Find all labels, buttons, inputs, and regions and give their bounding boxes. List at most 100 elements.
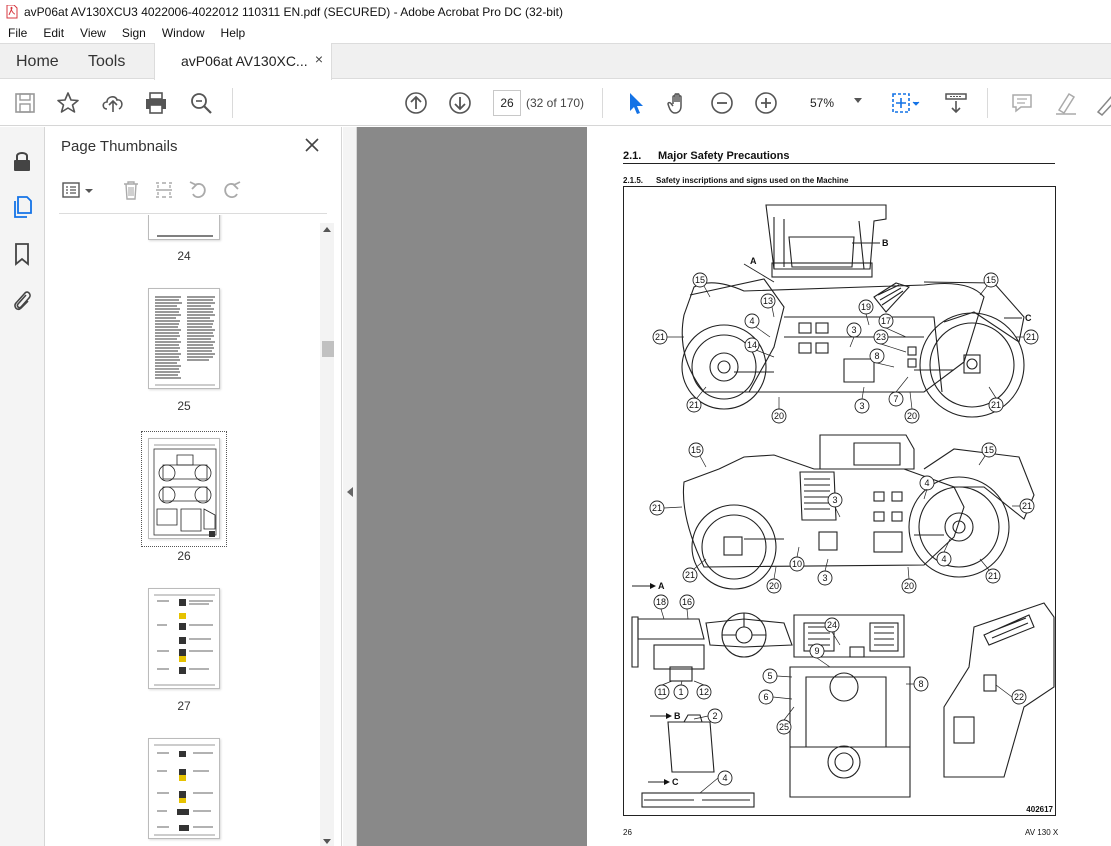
thumbnails-panel: Page Thumbnails 24 25 26 27 [45,127,342,846]
rotate-right-icon[interactable] [221,179,243,201]
window-title: avP06at AV130XCU3 4022006-4022012 110311… [24,4,563,19]
lock-icon[interactable] [9,148,35,174]
attachment-icon[interactable] [9,287,35,313]
delete-page-icon[interactable] [120,179,142,201]
page-number-input[interactable]: 26 [493,90,521,116]
zoom-value: 57% [810,96,835,110]
view-c-heading: C [672,777,679,787]
svg-text:23: 23 [876,332,886,342]
section-rule [623,163,1055,164]
svg-text:12: 12 [699,687,709,697]
select-arrow-icon[interactable] [622,90,648,116]
fit-page-icon[interactable] [888,90,924,116]
chevron-down-icon [854,98,862,103]
thumbnail-page[interactable] [148,288,220,389]
close-tab-icon[interactable]: × [315,51,323,67]
thumbnail-label: 27 [177,699,191,713]
zoom-in-icon[interactable] [753,90,779,116]
upload-icon[interactable] [100,90,126,116]
svg-text:20: 20 [907,411,917,421]
draw-icon[interactable] [1094,90,1111,116]
thumbnails-scrollbar[interactable] [320,223,334,846]
svg-text:21: 21 [1026,332,1036,342]
document-tab-title: avP06at AV130XC... [181,53,308,69]
thumbnail-label: 24 [177,249,191,263]
menu-bar: File Edit View Sign Window Help [0,23,1111,43]
svg-text:3: 3 [851,325,856,335]
menu-window[interactable]: Window [154,26,213,40]
menu-file[interactable]: File [0,26,35,40]
svg-text:21: 21 [988,571,998,581]
highlight-icon[interactable] [1053,90,1079,116]
star-icon[interactable] [55,90,81,116]
svg-text:16: 16 [682,597,692,607]
next-page-icon[interactable] [447,90,473,116]
svg-text:4: 4 [722,773,727,783]
svg-text:20: 20 [904,581,914,591]
machine-drawing: 15134 211421 20193 17238 3720 152121 152… [631,204,1055,808]
thumbnail-label: 26 [177,549,191,563]
svg-text:4: 4 [749,316,754,326]
document-viewport: 2.1. Major Safety Precautions 2.1.5. Saf… [343,127,1111,846]
menu-sign[interactable]: Sign [114,26,154,40]
rotate-left-icon[interactable] [187,179,209,201]
section-title: Major Safety Precautions [658,150,790,162]
menu-help[interactable]: Help [213,26,254,40]
view-a-heading: A [658,581,665,591]
bookmark-icon[interactable] [9,241,35,267]
thumbnail-page[interactable] [148,215,220,240]
section-number: 2.1. [623,150,642,162]
subsection-number: 2.1.5. [623,176,644,185]
scroll-up-icon[interactable] [323,227,331,232]
chevron-left-icon [347,487,353,497]
view-a-label: A [750,256,757,266]
left-rail [0,127,45,846]
svg-text:18: 18 [656,597,666,607]
svg-text:25: 25 [779,722,789,732]
svg-text:19: 19 [861,302,871,312]
menu-edit[interactable]: Edit [35,26,72,40]
svg-text:21: 21 [689,400,699,410]
svg-text:21: 21 [1022,501,1032,511]
thumbnail-label: 25 [177,399,191,413]
tab-document[interactable]: avP06at AV130XC... × [154,43,332,80]
svg-text:1: 1 [678,687,683,697]
prev-page-icon[interactable] [403,90,429,116]
svg-text:2: 2 [712,711,717,721]
extract-pages-icon[interactable] [153,179,175,201]
footer-model: AV 130 X [1025,828,1059,837]
menu-view[interactable]: View [72,26,114,40]
scroll-down-icon[interactable] [323,839,331,844]
view-b-label: B [882,238,889,248]
scrollbar-thumb[interactable] [322,341,334,357]
svg-text:11: 11 [657,687,666,697]
svg-text:21: 21 [991,400,1001,410]
thumbnail-page[interactable] [148,738,220,839]
tab-bar: Home Tools avP06at AV130XC... × [0,43,1111,80]
tab-tools[interactable]: Tools [88,44,125,79]
hand-icon[interactable] [665,90,691,116]
comment-icon[interactable] [1009,90,1035,116]
close-panel-icon[interactable] [303,136,321,154]
acrobat-pdf-icon [6,4,18,18]
page-thumbnails-icon[interactable] [9,194,35,220]
print-icon[interactable] [143,90,169,116]
toolbar-separator [987,88,988,118]
subsection-title: Safety inscriptions and signs used on th… [656,176,849,185]
svg-text:3: 3 [859,401,864,411]
scroll-mode-icon[interactable] [943,90,969,116]
save-icon[interactable] [12,90,38,116]
zoom-search-icon[interactable] [188,90,214,116]
zoom-select[interactable]: 57% [800,90,866,116]
thumbnail-options-icon[interactable] [61,179,95,201]
thumbnail-page[interactable] [148,588,220,689]
svg-text:20: 20 [774,411,784,421]
thumbnail-page-current[interactable] [148,438,220,539]
svg-text:5: 5 [767,671,772,681]
panel-title: Page Thumbnails [61,138,178,155]
tab-home[interactable]: Home [16,44,59,79]
svg-text:6: 6 [763,692,768,702]
collapse-sidebar-handle[interactable] [343,127,357,846]
zoom-out-icon[interactable] [709,90,735,116]
svg-text:13: 13 [763,296,773,306]
